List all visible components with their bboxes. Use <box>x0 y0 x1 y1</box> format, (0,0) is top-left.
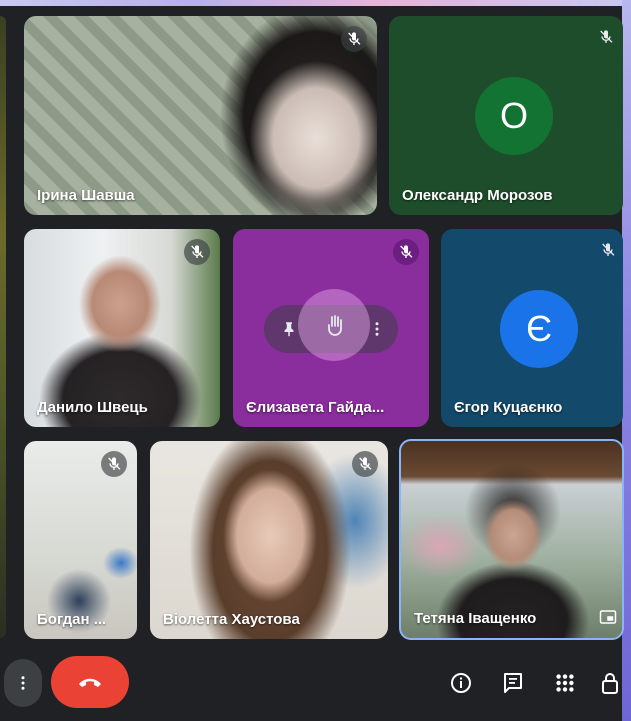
chat-button[interactable] <box>497 667 529 699</box>
participant-tile[interactable]: Богдан ... <box>24 441 137 639</box>
participant-tile[interactable]: О Олександр Морозов <box>389 16 623 215</box>
more-vert-icon <box>21 676 25 690</box>
mic-off-icon <box>101 451 127 477</box>
mic-off-icon <box>352 451 378 477</box>
avatar-initial: Є <box>526 308 552 349</box>
participant-name: Ірина Шавша <box>37 187 135 204</box>
participant-name: Єлизавета Гайда... <box>246 399 385 416</box>
host-controls-button[interactable] <box>600 667 622 699</box>
end-call-button[interactable] <box>51 656 129 708</box>
participant-tile[interactable]: Є Єгор Куцаєнко <box>441 229 623 427</box>
mic-off-icon <box>393 239 419 265</box>
activities-icon <box>556 674 574 692</box>
participant-name: Олександр Морозов <box>402 187 553 204</box>
participant-tile[interactable]: Єлизавета Гайда... <box>233 229 429 427</box>
info-button[interactable] <box>445 667 477 699</box>
pin-icon[interactable] <box>275 315 303 343</box>
chat-icon <box>504 673 522 693</box>
mic-off-icon <box>341 26 367 52</box>
activities-button[interactable] <box>549 667 581 699</box>
participant-tile[interactable]: Віолетта Хаустова <box>150 441 388 639</box>
mic-off-icon <box>184 239 210 265</box>
window-top-gradient <box>0 0 631 6</box>
participant-tile[interactable]: Ірина Шавша <box>24 16 377 215</box>
more-vert-icon[interactable] <box>363 315 391 343</box>
more-options-button[interactable] <box>4 659 42 707</box>
participant-name: Тетяна Іващенко <box>414 610 537 627</box>
participant-name: Данило Швець <box>37 399 148 416</box>
participant-name: Єгор Куцаєнко <box>454 399 563 416</box>
host-controls-icon <box>602 673 618 694</box>
avatar: Є <box>500 290 578 368</box>
participant-tile[interactable]: Данило Швець <box>24 229 220 427</box>
info-icon <box>451 673 471 693</box>
avatar-initial: О <box>499 95 528 136</box>
participant-tile-selected[interactable]: Тетяна Іващенко <box>399 439 624 640</box>
mic-off-icon <box>595 237 621 263</box>
hand-icon[interactable] <box>318 309 352 343</box>
avatar: О <box>475 77 553 155</box>
partial-tile-left[interactable] <box>0 16 6 638</box>
participant-name: Віолетта Хаустова <box>163 611 300 628</box>
picture-in-picture-icon[interactable] <box>596 606 620 628</box>
mic-off-icon <box>593 24 619 50</box>
end-call-icon <box>79 678 101 687</box>
participant-name: Богдан ... <box>37 611 107 628</box>
